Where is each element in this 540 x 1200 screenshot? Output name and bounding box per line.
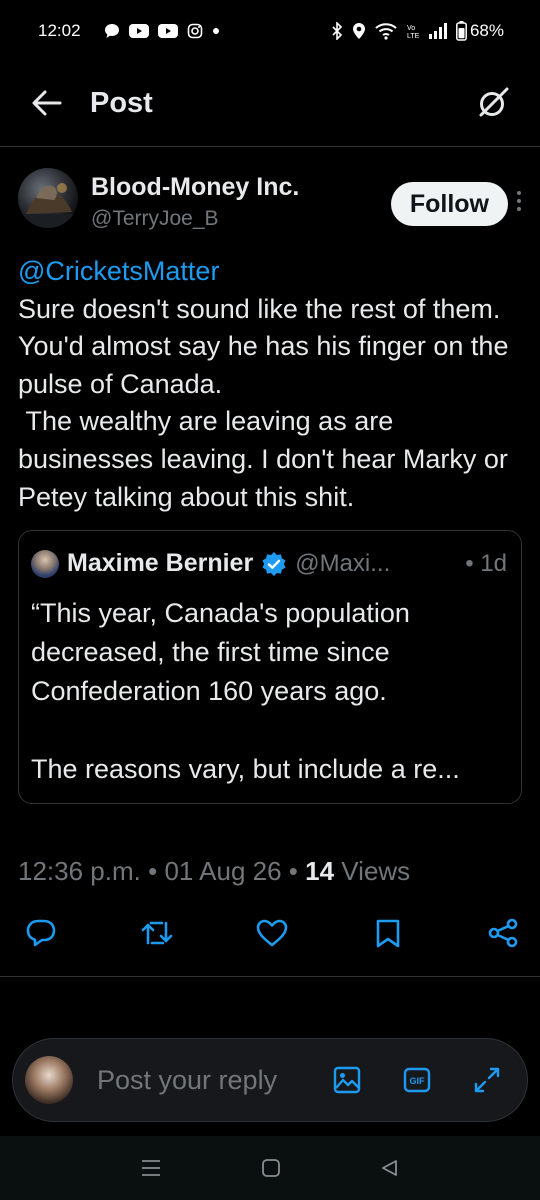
meta-separator: • [288,856,298,886]
author-handle[interactable]: @TerryJoe_B [91,207,299,231]
status-time: 12:02 [38,21,81,40]
grok-icon[interactable] [476,86,510,120]
chat-bubble-icon [104,23,120,39]
svg-text:GIF: GIF [410,1076,426,1086]
quoted-handle: @Maxi... [295,549,391,577]
follow-button[interactable]: Follow [390,182,508,226]
dot-icon [212,27,220,35]
header-divider [0,146,540,147]
author-display-name[interactable]: Blood-Money Inc. [91,172,299,202]
arrow-left-icon[interactable] [32,90,62,116]
svg-text:Vo: Vo [407,25,415,32]
wifi-icon [375,22,397,40]
mention-link[interactable]: @CricketsMatter [18,253,522,291]
quoted-post[interactable]: Maxime Bernier @Maxi... • 1d “This year,… [18,530,522,805]
post-date: 01 Aug 26 [164,856,282,886]
youtube-icon [157,24,178,38]
volte-icon: Vo LTE [406,22,420,40]
gif-icon[interactable]: GIF [403,1067,431,1093]
status-bar: 12:02 Vo LTE 68% [0,0,540,62]
meta-separator: • [148,856,158,886]
recent-apps-icon[interactable] [140,1159,162,1177]
home-icon[interactable] [261,1158,281,1178]
image-icon[interactable] [333,1066,361,1094]
share-icon[interactable] [486,916,520,950]
instagram-icon [187,23,203,39]
repost-icon[interactable] [140,916,174,950]
action-bar [24,916,520,950]
quoted-text: “This year, Canada's population decrease… [31,598,460,785]
post-text: Sure doesn't sound like the rest of them… [18,293,509,512]
youtube-icon [128,24,149,38]
header: Post [0,62,540,144]
reply-composer: GIF [12,1038,528,1122]
battery-icon [456,21,467,41]
signal-icon [428,23,447,39]
back-icon[interactable] [380,1158,400,1178]
reply-input[interactable] [97,1064,297,1096]
quoted-time: • 1d [465,549,507,577]
avatar[interactable] [18,168,78,228]
post-time: 12:36 p.m. [18,856,141,886]
like-icon[interactable] [255,916,289,950]
location-icon [352,22,366,40]
more-options-icon[interactable] [516,190,522,217]
expand-icon[interactable] [473,1066,501,1094]
quoted-avatar [31,549,59,578]
reply-icon[interactable] [24,916,58,950]
views-label[interactable]: Views [341,856,410,886]
post-body: @CricketsMatter Sure doesn't sound like t… [18,253,522,516]
user-avatar[interactable] [25,1056,73,1104]
battery-percent: 68% [469,21,504,40]
quoted-author-name: Maxime Bernier [67,549,254,578]
post: Blood-Money Inc. @TerryJoe_B Follow @Cri… [18,168,522,805]
verified-badge-icon [261,551,287,577]
author-row: Blood-Money Inc. @TerryJoe_B Follow [18,168,522,231]
bookmark-icon[interactable] [371,916,405,950]
bluetooth-icon [331,22,343,40]
views-count[interactable]: 14 [305,856,334,886]
system-nav-bar [0,1136,540,1200]
actions-divider [0,976,540,977]
post-meta: 12:36 p.m. • 01 Aug 26 • 14 Views [18,856,410,887]
svg-text:LTE: LTE [407,33,420,40]
page-title: Post [90,86,153,119]
